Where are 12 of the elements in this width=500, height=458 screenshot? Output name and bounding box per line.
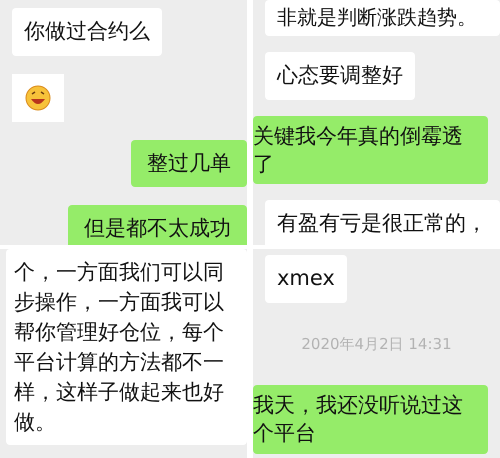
laughing-emoji-icon [24,84,52,112]
sent-message: 关键我今年真的倒霉透了 [253,116,488,184]
received-message: 你做过合约么 [12,8,162,56]
sent-message: 我天，我还没听说过这个平台 [253,385,488,454]
received-message: 心态要调整好 [265,52,415,100]
received-message: 个，一方面我们可以同步操作，一方面我可以帮你管理好仓位，每个平台计算的方法都不一样，这样子做起来也好做。 [6,249,247,445]
received-message: xmex [265,255,347,302]
sent-message: 但是都不太成功 [68,205,247,245]
received-message: 非就是判断涨跌趋势。 [265,0,500,36]
sent-message: 整过几单 [131,140,247,187]
received-message: 有盈有亏是很正常的， [265,200,500,245]
timestamp: 2020年4月2日 14:31 [301,334,452,354]
